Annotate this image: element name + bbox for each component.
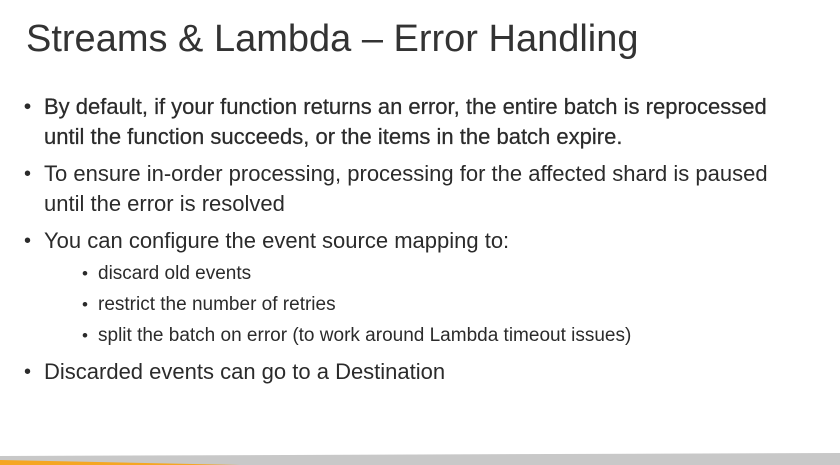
bullet-item-batch-reprocessing: • By default, if your function returns a…: [24, 92, 804, 152]
bullet-marker: •: [24, 163, 32, 185]
sub-bullet-marker: •: [82, 326, 88, 345]
bullet-text: By default, if your function returns an …: [44, 94, 767, 149]
bullet-marker: •: [24, 230, 32, 252]
footer-accent-band: [0, 453, 840, 465]
bullet-text: You can configure the event source mappi…: [44, 228, 510, 253]
sub-bullet-item-split-batch: • split the batch on error (to work arou…: [82, 322, 804, 350]
bullet-item-event-source-mapping: • You can configure the event source map…: [24, 226, 804, 350]
slide-title: Streams & Lambda – Error Handling: [26, 18, 639, 60]
sub-bullet-marker: •: [82, 295, 88, 314]
bullet-marker: •: [24, 361, 32, 383]
bullet-text: To ensure in-order processing, processin…: [44, 161, 768, 216]
slide: Streams & Lambda – Error Handling • By d…: [0, 0, 840, 465]
sub-bullet-item-restrict-retries: • restrict the number of retries: [82, 291, 804, 319]
bullet-list: • By default, if your function returns a…: [24, 92, 804, 387]
sub-bullet-marker: •: [82, 264, 88, 283]
sub-bullet-text: restrict the number of retries: [98, 294, 336, 315]
bullet-item-in-order-processing: • To ensure in-order processing, process…: [24, 159, 804, 219]
slide-body: • By default, if your function returns a…: [24, 92, 804, 394]
bullet-text: Discarded events can go to a: [44, 359, 336, 384]
sub-bullet-item-discard-old-events: • discard old events: [82, 260, 804, 288]
sub-bullet-list: • discard old events • restrict the numb…: [82, 260, 804, 350]
bullet-marker: •: [24, 96, 32, 118]
bullet-item-discarded-events: • Discarded events can go to a Destinati…: [24, 357, 804, 387]
sub-bullet-text: discard old events: [98, 263, 252, 284]
sub-bullet-text: split the batch on error (to work around…: [98, 325, 632, 346]
destination-emphasis: Destination: [335, 359, 446, 384]
